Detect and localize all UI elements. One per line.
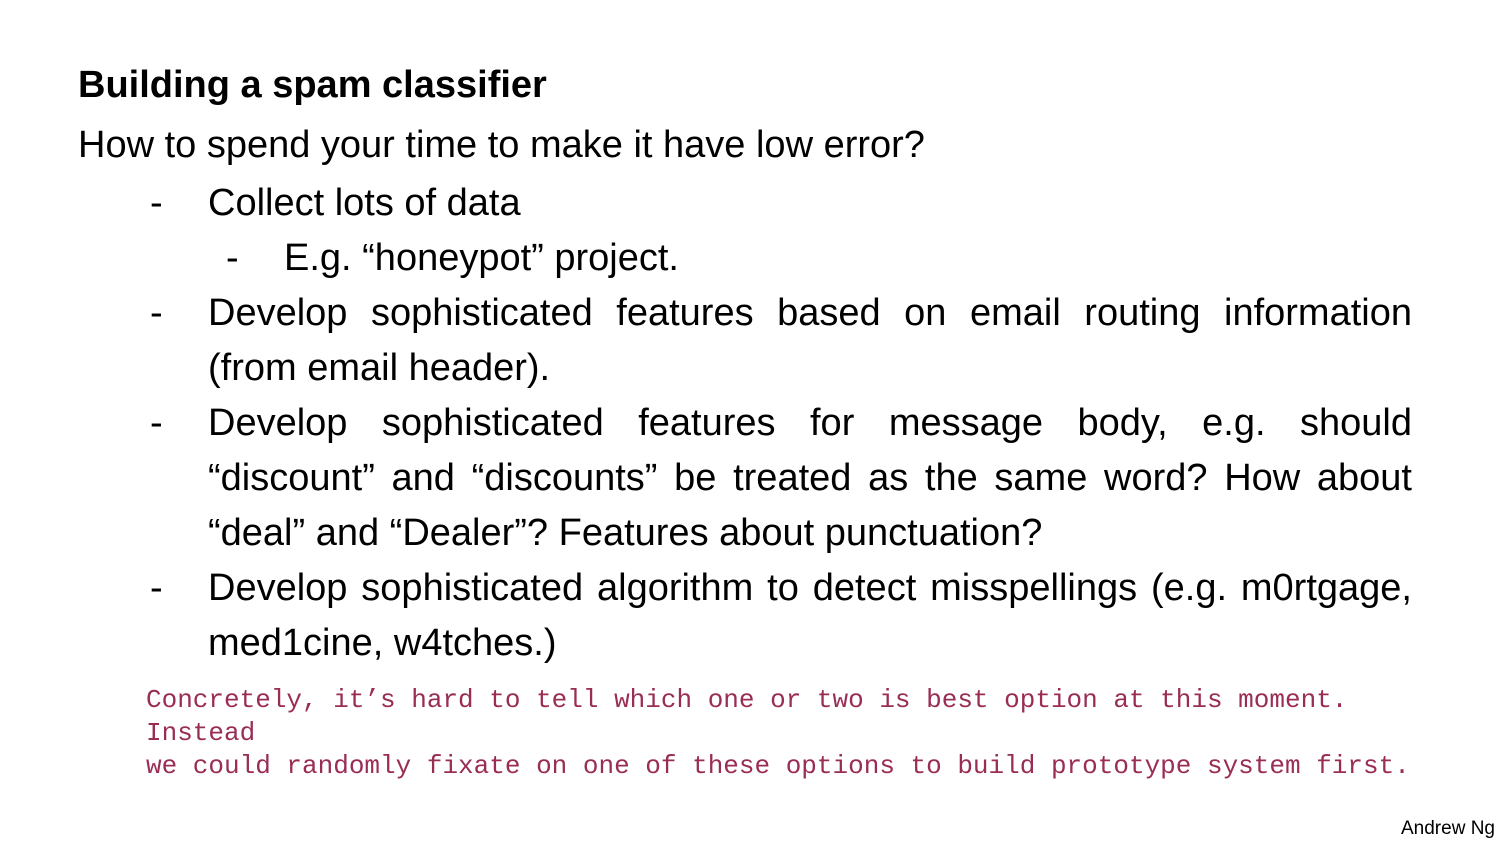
author-credit: Andrew Ng	[1401, 818, 1495, 839]
bullet-text: Collect lots of data	[208, 182, 521, 224]
bullet-email-routing: - Develop sophisticated features based o…	[150, 286, 1412, 396]
bullet-message-body: - Develop sophisticated features for mes…	[150, 396, 1412, 561]
bullet-misspellings: - Develop sophisticated algorithm to det…	[150, 561, 1412, 671]
bullet-dash: -	[150, 292, 163, 334]
annotation-note-line-2: we could randomly fixate on one of these…	[146, 751, 1410, 781]
slide: Building a spam classifier How to spend …	[0, 0, 1500, 843]
bullet-list: - Collect lots of data - E.g. “honeypot”…	[150, 176, 1412, 671]
annotation-note: Concretely, it’s hard to tell which one …	[146, 684, 1436, 783]
sub-bullet-honeypot: - E.g. “honeypot” project.	[150, 231, 1412, 286]
bullet-text: Develop sophisticated features based on …	[208, 292, 1412, 389]
bullet-text: Develop sophisticated algorithm to detec…	[208, 567, 1412, 664]
bullet-dash: -	[150, 567, 163, 609]
bullet-text: E.g. “honeypot” project.	[284, 237, 679, 279]
bullet-collect-data: - Collect lots of data	[150, 176, 1412, 231]
bullet-dash: -	[150, 402, 163, 444]
bullet-text: Develop sophisticated features for messa…	[208, 402, 1412, 554]
slide-subtitle: How to spend your time to make it have l…	[78, 124, 925, 166]
annotation-note-line-1: Concretely, it’s hard to tell which one …	[146, 685, 1364, 748]
bullet-dash: -	[226, 237, 239, 279]
bullet-dash: -	[150, 182, 163, 224]
slide-title: Building a spam classifier	[78, 64, 547, 106]
